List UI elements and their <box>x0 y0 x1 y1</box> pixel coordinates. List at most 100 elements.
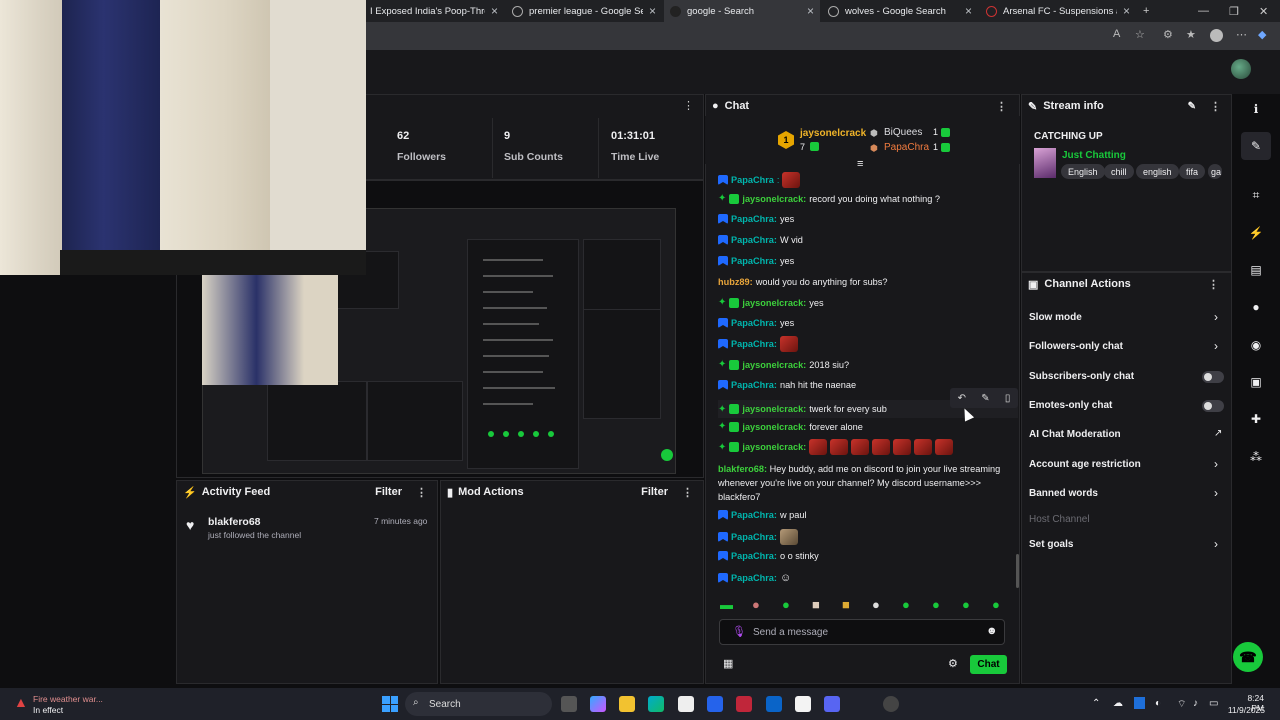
delete-icon[interactable]: ▯ <box>1005 393 1011 404</box>
edge-icon[interactable] <box>648 696 664 712</box>
apps-icon[interactable]: ⁂ <box>1248 450 1264 464</box>
leaderboard-second-name[interactable]: BiQuees <box>884 127 922 138</box>
chat-message[interactable]: PapaChra: o o stinky <box>718 551 819 561</box>
chat-message[interactable]: PapaChra: <box>718 336 798 352</box>
extension-icon[interactable]: ⚙ <box>1163 28 1173 41</box>
microphone-icon[interactable]: 🎙 <box>732 625 746 638</box>
chat-username[interactable]: PapaChra: <box>731 510 777 520</box>
chat-username[interactable]: jaysonelcrack: <box>742 360 806 370</box>
weather-alert-icon[interactable]: ▲ <box>14 694 28 710</box>
messenger-icon[interactable] <box>795 696 811 712</box>
chevron-right-icon[interactable]: › <box>1214 486 1218 500</box>
chat-username[interactable]: PapaChra: <box>731 551 777 561</box>
obs-icon[interactable] <box>883 696 899 712</box>
close-tab-icon[interactable]: × <box>491 4 498 18</box>
ai-moderation-item[interactable]: AI Chat Moderation <box>1029 429 1121 440</box>
more-icon[interactable]: ⋮ <box>416 486 427 499</box>
account-age-item[interactable]: Account age restriction <box>1029 459 1141 470</box>
chat-username[interactable]: blakfero68: <box>718 464 767 474</box>
wrench-icon[interactable]: ✚ <box>1248 412 1264 426</box>
more-icon[interactable]: ⋮ <box>996 100 1007 113</box>
chevron-right-icon[interactable]: › <box>1214 339 1218 353</box>
emote-icon[interactable]: ■ <box>812 597 820 612</box>
emote-icon[interactable]: ● <box>992 597 1000 612</box>
chat-message[interactable]: ✦ jaysonelcrack: 2018 siu? <box>718 359 849 370</box>
chat-username[interactable]: PapaChra: <box>731 256 777 266</box>
chat-message[interactable]: PapaChra: <box>718 172 801 188</box>
weather-alert-text[interactable]: Fire weather war... <box>33 694 103 704</box>
document-icon[interactable]: ▤ <box>1248 263 1264 277</box>
chat-username[interactable]: jaysonelcrack: <box>742 404 806 414</box>
external-link-icon[interactable]: ↗ <box>1214 428 1222 439</box>
chat-message[interactable]: PapaChra: <box>718 529 798 545</box>
support-icon[interactable]: ☎ <box>1233 642 1263 672</box>
file-explorer-icon[interactable] <box>619 696 635 712</box>
chat-message[interactable]: ✦ jaysonelcrack: <box>718 439 954 455</box>
more-icon[interactable]: ⋮ <box>1208 278 1219 291</box>
close-tab-icon[interactable]: × <box>807 4 814 18</box>
copilot-icon[interactable]: ◆ <box>1258 28 1266 41</box>
stream-category[interactable]: Just Chatting <box>1062 150 1126 161</box>
wifi-icon[interactable]: ⌔ <box>1177 698 1186 711</box>
avatar[interactable] <box>1231 59 1251 79</box>
filter-button[interactable]: Filter <box>375 486 402 498</box>
discord-icon[interactable] <box>824 696 840 712</box>
chat-username[interactable]: PapaChra: <box>731 532 777 542</box>
cloud-icon[interactable]: ☁ <box>1113 698 1123 709</box>
info-icon[interactable]: ℹ <box>1248 102 1264 116</box>
chat-send-button[interactable]: Chat <box>970 655 1007 674</box>
chat-username[interactable]: jaysonelcrack: <box>742 194 806 204</box>
close-tab-icon[interactable]: × <box>649 4 656 18</box>
copilot-icon[interactable] <box>590 696 606 712</box>
browser-tab[interactable]: Arsenal FC - Suspensions and Inj × <box>980 0 1136 22</box>
more-icon[interactable]: ⋯ <box>1236 28 1247 41</box>
more-icon[interactable]: ⋮ <box>682 486 693 499</box>
chevron-right-icon[interactable]: › <box>1214 537 1218 551</box>
focus-icon[interactable]: ⌗ <box>1248 188 1264 203</box>
chat-message[interactable]: hubz89: would you do anything for subs? <box>718 277 888 287</box>
bluetooth-icon[interactable] <box>1134 697 1145 709</box>
reply-icon[interactable]: ↶ <box>958 393 966 404</box>
favorite-star-icon[interactable]: ☆ <box>1135 28 1145 41</box>
store-icon[interactable]: ▦ <box>723 657 733 670</box>
chat-message[interactable]: PapaChra: yes <box>718 318 794 328</box>
chat-username[interactable]: jaysonelcrack: <box>742 422 806 432</box>
chat-username[interactable]: PapaChra: <box>731 339 777 349</box>
stream-tag[interactable]: English <box>1061 164 1105 179</box>
emote-icon[interactable]: ▬ <box>720 597 733 612</box>
mcafee-icon[interactable] <box>736 696 752 712</box>
taskbar-search[interactable]: ⌕ Search <box>405 692 552 716</box>
chat-message[interactable]: PapaChra: w paul <box>718 510 807 520</box>
maximize-button[interactable]: ❐ <box>1229 0 1239 22</box>
stream-tag[interactable]: english <box>1136 164 1179 179</box>
chat-username[interactable]: jaysonelcrack: <box>742 442 806 452</box>
tray-icon[interactable]: ◐ <box>1155 698 1161 709</box>
chevron-right-icon[interactable]: › <box>1214 457 1218 471</box>
read-aloud-icon[interactable]: A <box>1113 28 1120 40</box>
browser-tab[interactable]: premier league - Google Search × <box>506 0 662 22</box>
browser-tab[interactable]: wolves - Google Search × <box>822 0 978 22</box>
more-icon[interactable]: ⋮ <box>683 99 694 112</box>
chat-username[interactable]: PapaChra: <box>731 573 777 583</box>
collapse-icon[interactable]: ≡ <box>857 158 863 170</box>
chat-message[interactable]: PapaChra: yes <box>718 256 794 266</box>
chat-message[interactable]: PapaChra: ☺ <box>718 572 791 584</box>
stream-tag[interactable]: ga <box>1208 164 1222 179</box>
chevron-up-icon[interactable]: ⌃ <box>1092 698 1100 709</box>
chat-message[interactable]: ✦ jaysonelcrack: yes <box>718 297 824 308</box>
settings-icon[interactable]: ⚙ <box>948 657 958 670</box>
set-goals-item[interactable]: Set goals <box>1029 539 1073 550</box>
emotes-only-item[interactable]: Emotes-only chat <box>1029 400 1112 411</box>
emote-icon[interactable]: ● <box>782 597 790 612</box>
browser-tab[interactable]: I Exposed India's Poop-Throwing × <box>364 0 504 22</box>
task-view-icon[interactable] <box>561 696 577 712</box>
more-icon[interactable]: ⋮ <box>1210 100 1221 113</box>
chat-username[interactable]: hubz89: <box>718 277 753 287</box>
leaderboard-top-name[interactable]: jaysonelcrack <box>800 128 866 139</box>
emote-icon[interactable]: ● <box>902 597 910 612</box>
chat-username[interactable]: jaysonelcrack: <box>742 298 806 308</box>
battery-icon[interactable]: ▭ <box>1209 698 1218 709</box>
chevron-right-icon[interactable]: › <box>1214 310 1218 324</box>
emotes-only-toggle[interactable] <box>1202 400 1224 412</box>
broadcast-icon[interactable]: ◉ <box>1248 338 1264 352</box>
